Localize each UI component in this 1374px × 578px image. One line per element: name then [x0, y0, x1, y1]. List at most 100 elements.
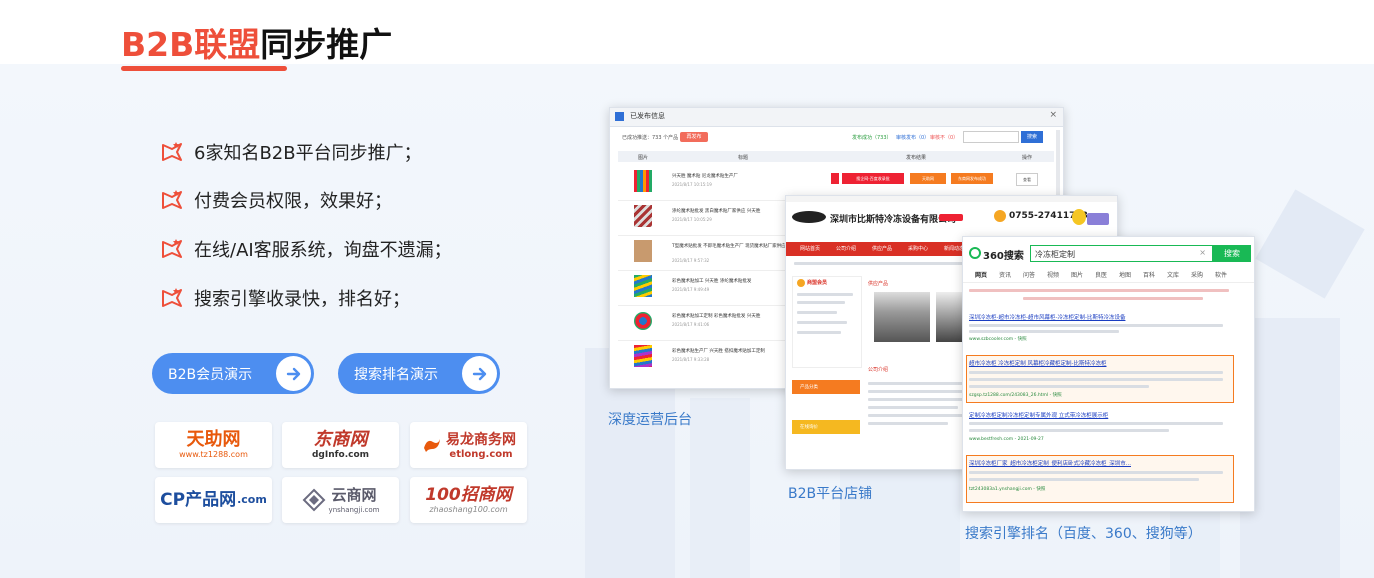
- store-nav-item[interactable]: 网站首页: [800, 245, 820, 252]
- result-tag[interactable]: 搜企网-百度收录批: [842, 173, 904, 184]
- logo-sub: ynshangji.com: [328, 506, 380, 514]
- cloud-diamond-icon: [302, 488, 325, 512]
- phone-icon: [994, 210, 1006, 222]
- stat-review[interactable]: 审核发布（0）: [896, 134, 929, 141]
- search-tab[interactable]: 网页: [975, 270, 987, 279]
- result-title[interactable]: 深圳冷冻柜厂家_超市冷冻柜定制_便利店卧式冷藏冷冻柜_深圳市...: [969, 459, 1131, 467]
- partner-logo-tz1288[interactable]: 天助网 www.tz1288.com: [155, 422, 272, 468]
- search-demo-label: 搜索排名演示: [354, 366, 438, 383]
- product-image[interactable]: [874, 292, 930, 342]
- title-underline: [121, 66, 287, 71]
- feature-text: 搜索引擎收录快，排名好；: [194, 289, 410, 310]
- partner-logo-zhaoshang100[interactable]: 100招商网 zhaoshang100.com: [410, 477, 527, 523]
- search-button[interactable]: 搜索: [1213, 245, 1251, 262]
- search-tab[interactable]: 资讯: [999, 270, 1011, 279]
- store-logo: [792, 211, 826, 223]
- search-result-highlighted[interactable]: 深圳冷冻柜厂家_超市冷冻柜定制_便利店卧式冷藏冷冻柜_深圳市... tzt243…: [966, 455, 1234, 503]
- stat-success[interactable]: 发布成功（733）: [852, 134, 892, 141]
- crown-icon: [797, 279, 805, 287]
- result-title[interactable]: 超市冷冻柜 冷冻柜定制 风幕柜冷藏柜定制-比斯特冷冻柜: [969, 359, 1106, 367]
- store-company-name: 深圳市比斯特冷冻设备有限公司: [830, 215, 957, 225]
- search-tab[interactable]: 良医: [1095, 270, 1107, 279]
- republish-button[interactable]: 再发布: [680, 132, 708, 142]
- feature-item: 付费会员权限，效果好；: [160, 187, 392, 213]
- search-tab[interactable]: 地图: [1119, 270, 1131, 279]
- result-title[interactable]: 定制冷冻柜定制冷冻柜定制专属外观 立式带冷冻柜展示柜: [969, 411, 1108, 419]
- feature-text: 付费会员权限，效果好；: [194, 191, 392, 212]
- close-icon[interactable]: ×: [1049, 110, 1057, 120]
- search-tab[interactable]: 问答: [1023, 270, 1035, 279]
- search-result[interactable]: 深圳冷冻柜-超市冷冻柜-超市风幕柜-冷冻柜定制-比斯特冷冻设备 www.szbc…: [967, 311, 1247, 345]
- page-title: B2B联盟同步推广: [121, 18, 392, 66]
- result-tag[interactable]: 天助网: [910, 173, 946, 184]
- logo-text: CP产品网: [160, 490, 237, 510]
- bg-cube: [1255, 189, 1365, 299]
- search-button[interactable]: 搜索: [1021, 131, 1043, 143]
- bg-bar: [1240, 318, 1340, 578]
- store-nav-item[interactable]: 公司介绍: [836, 245, 856, 252]
- bg-bar: [840, 458, 960, 578]
- filter-label: 已成功推送：733 个产品: [622, 135, 679, 141]
- row-title[interactable]: T型魔术贴批发 不即毛魔术贴生产厂 现货魔术贴厂家供应: [672, 243, 792, 249]
- search-screenshot[interactable]: 360搜索 冷冻柜定制 × 搜索 网页 资讯 问答 视频 图片 良医 地图 百科…: [962, 236, 1255, 512]
- row-title[interactable]: 彩色魔术贴加工 兴天胜 涤纶魔术贴批发: [672, 278, 751, 284]
- col-image: 图片: [638, 155, 649, 161]
- logo-sub: dgInfo.com: [311, 450, 370, 460]
- store-nav-item[interactable]: 供应产品: [872, 245, 892, 252]
- partner-logo-ynshangji[interactable]: 云商网 ynshangji.com: [282, 477, 399, 523]
- search-tab[interactable]: 图片: [1071, 270, 1083, 279]
- row-title[interactable]: 彩色魔术贴生产厂 兴天胜 搭扣魔术贴加工定制: [672, 348, 765, 354]
- company-intro-title: 公司介绍: [868, 367, 889, 373]
- row-title[interactable]: 彩色魔术贴加工定制 彩色魔术贴批发 兴天胜: [672, 313, 760, 319]
- col-op: 操作: [1022, 155, 1033, 161]
- partner-logo-cpooo[interactable]: CP产品网 .com: [155, 477, 272, 523]
- star-flag-icon: [162, 142, 182, 161]
- products-title: 供应产品: [868, 281, 889, 287]
- result-title[interactable]: 深圳冷冻柜-超市冷冻柜-超市风幕柜-冷冻柜定制-比斯特冷冻设备: [969, 313, 1125, 321]
- window-title: 已发布信息: [630, 112, 665, 120]
- feature-text: 6家知名B2B平台同步推广；: [194, 143, 422, 164]
- result-tag[interactable]: 东商网发布成功: [951, 173, 993, 184]
- row-date: 2021/8/17 9:33:28: [672, 357, 710, 362]
- product-thumbnail: [634, 205, 652, 227]
- logo-sub: zhaoshang100.com: [429, 505, 508, 514]
- search-result[interactable]: 定制冷冻柜定制冷冻柜定制专属外观 立式带冷冻柜展示柜 www.bestfresh…: [967, 409, 1247, 451]
- app-icon: [615, 112, 624, 121]
- search-input[interactable]: 冷冻柜定制 ×: [1030, 245, 1213, 262]
- search-input[interactable]: [963, 131, 1019, 143]
- side-menu-header[interactable]: 产品分类: [792, 380, 860, 394]
- search-result-highlighted[interactable]: 超市冷冻柜 冷冻柜定制 风幕柜冷藏柜定制-比斯特冷冻柜 szgsp.tz1288…: [966, 355, 1234, 403]
- store-nav-item[interactable]: 新闻动态: [944, 245, 964, 252]
- b2b-demo-label: B2B会员演示: [168, 366, 253, 383]
- search-tab[interactable]: 软件: [1215, 270, 1227, 279]
- search-tab[interactable]: 文库: [1167, 270, 1179, 279]
- col-title: 标题: [738, 155, 749, 161]
- 360-logo-icon: [969, 247, 981, 259]
- product-thumbnail: [634, 345, 652, 367]
- dragon-icon: [424, 439, 440, 452]
- row-title[interactable]: 涤纶魔术贴批发 黑白魔术贴厂家供应 兴天胜: [672, 208, 760, 214]
- search-tab[interactable]: 采购: [1191, 270, 1203, 279]
- filter-bar: 已成功推送：733 个产品 再发布 发布成功（733） 审核发布（0） 审核不（…: [610, 127, 1063, 149]
- search-brand: 360搜索: [983, 251, 1024, 262]
- star-flag-icon: [162, 190, 182, 209]
- clear-icon[interactable]: ×: [1199, 248, 1206, 257]
- b2b-demo-button[interactable]: B2B会员演示: [152, 353, 314, 394]
- side-menu-header[interactable]: 在线询价: [792, 420, 860, 434]
- partner-logo-etlong[interactable]: 易龙商务网 etlong.com: [410, 422, 527, 468]
- stat-reject[interactable]: 审核不（0）: [930, 134, 958, 141]
- view-button[interactable]: 查看: [1016, 173, 1038, 186]
- product-thumbnail: [634, 312, 652, 330]
- row-date: 2021/8/17 9:57:32: [672, 258, 710, 263]
- partner-logo-dginfo[interactable]: 东商网 dgInfo.com: [282, 422, 399, 468]
- store-nav-item[interactable]: 采购中心: [908, 245, 928, 252]
- search-tab[interactable]: 视频: [1047, 270, 1059, 279]
- search-tab[interactable]: 百科: [1143, 270, 1155, 279]
- store-topbar: [786, 196, 1117, 202]
- row-date: 2021/8/17 10:05:29: [672, 217, 712, 222]
- row-title[interactable]: 兴天胜 魔术贴 尼龙魔术贴生产厂: [672, 173, 738, 179]
- logo-text: 天助网: [186, 429, 241, 450]
- logo-text: 云商网: [331, 486, 377, 504]
- logo-sub: etlong.com: [449, 449, 513, 460]
- search-demo-button[interactable]: 搜索排名演示: [338, 353, 500, 394]
